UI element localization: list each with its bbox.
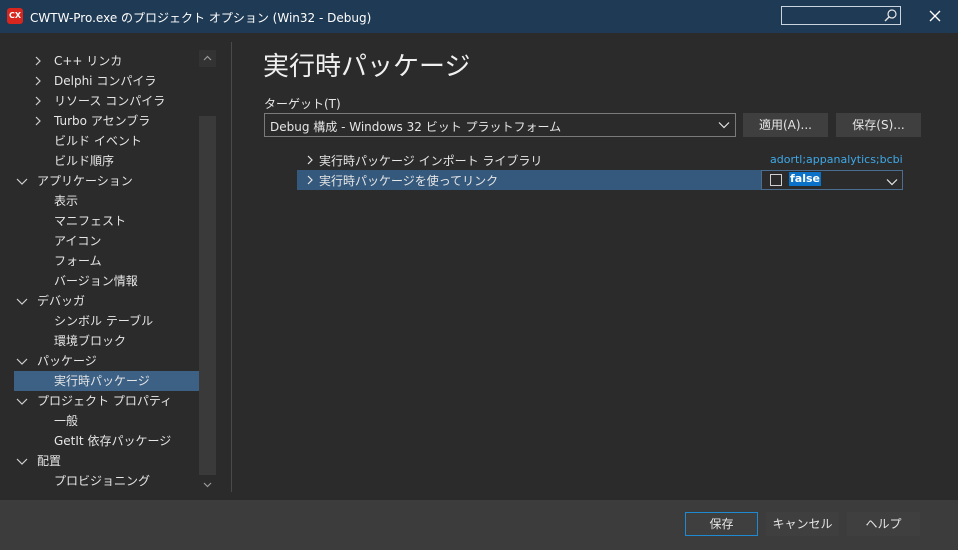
- target-select-value: Debug 構成 - Windows 32 ビット プラットフォーム: [270, 120, 562, 134]
- cancel-button[interactable]: キャンセル: [766, 512, 839, 536]
- chevron-up-icon: [203, 55, 212, 61]
- sidebar-item-label: パッケージ: [37, 354, 97, 368]
- chevron-down-icon[interactable]: [16, 175, 28, 187]
- sidebar-item[interactable]: Turbo アセンブラ: [14, 111, 199, 131]
- property-row-link-with-runtime-packages[interactable]: 実行時パッケージを使ってリンク false: [297, 170, 903, 190]
- chevron-right-icon[interactable]: [32, 55, 44, 67]
- help-button[interactable]: ヘルプ: [847, 512, 920, 536]
- sidebar-item[interactable]: アイコン: [14, 231, 199, 251]
- sidebar-item[interactable]: シンボル テーブル: [14, 311, 199, 331]
- sidebar-item-label: GetIt 依存パッケージ: [54, 434, 172, 448]
- sidebar-item[interactable]: 環境ブロック: [14, 331, 199, 351]
- save-button[interactable]: 保存: [685, 512, 758, 536]
- sidebar-item-label: ビルド イベント: [54, 134, 142, 148]
- sidebar-item[interactable]: GetIt 依存パッケージ: [14, 431, 199, 451]
- search-input[interactable]: [781, 6, 901, 25]
- page-title: 実行時パッケージ: [263, 52, 471, 82]
- sidebar-item-label: デバッガ: [37, 294, 86, 308]
- chevron-right-icon[interactable]: [304, 174, 316, 186]
- sidebar-item[interactable]: フォーム: [14, 251, 199, 271]
- sidebar-item[interactable]: リソース コンパイラ: [14, 91, 199, 111]
- sidebar-item[interactable]: バージョン情報: [14, 271, 199, 291]
- chevron-right-icon[interactable]: [32, 115, 44, 127]
- sidebar-item[interactable]: 配置: [14, 451, 199, 471]
- chevron-down-icon[interactable]: [16, 295, 28, 307]
- chevron-right-icon[interactable]: [32, 75, 44, 87]
- sidebar-item[interactable]: 表示: [14, 191, 199, 211]
- boolean-value: false: [789, 172, 821, 186]
- project-options-window: CX CWTW-Pro.exe のプロジェクト オプション (Win32 - D…: [0, 0, 958, 550]
- chevron-down-icon[interactable]: [886, 176, 898, 188]
- chevron-down-icon[interactable]: [16, 455, 28, 467]
- app-icon: CX: [7, 8, 23, 24]
- sidebar-item[interactable]: アプリケーション: [14, 171, 199, 191]
- link-checkbox[interactable]: [770, 174, 782, 186]
- property-name: 実行時パッケージを使ってリンク: [319, 174, 499, 188]
- sidebar-item[interactable]: 一般: [14, 411, 199, 431]
- sidebar-item[interactable]: プロジェクト プロパティ: [14, 391, 199, 411]
- sidebar-item[interactable]: 実行時パッケージ: [14, 371, 199, 391]
- property-value[interactable]: adortl;appanalytics;bcbie;: [770, 153, 903, 166]
- scroll-up-button[interactable]: [199, 50, 216, 67]
- sidebar-item-label: プロビジョニング: [54, 474, 151, 488]
- sidebar-item[interactable]: プロビジョニング: [14, 471, 199, 491]
- sidebar-item-label: 実行時パッケージ: [54, 374, 150, 388]
- sidebar-item[interactable]: C++ リンカ: [14, 51, 199, 71]
- scroll-down-button[interactable]: [199, 476, 216, 493]
- options-tree: C++ リンカ Delphi コンパイラ リソース コンパイラ Turbo アセンブラ…: [0, 41, 216, 493]
- chevron-right-icon[interactable]: [304, 154, 316, 166]
- save-target-button[interactable]: 保存(S)...: [836, 113, 921, 137]
- sidebar-item-label: マニフェスト: [54, 214, 127, 228]
- sidebar-item-label: C++ リンカ: [54, 54, 123, 68]
- title-bar: CX CWTW-Pro.exe のプロジェクト オプション (Win32 - D…: [0, 0, 958, 33]
- sidebar-item-label: 一般: [54, 414, 79, 428]
- window-title: CWTW-Pro.exe のプロジェクト オプション (Win32 - Debu…: [30, 11, 372, 25]
- sidebar-item[interactable]: デバッガ: [14, 291, 199, 311]
- target-label: ターゲット(T): [264, 97, 341, 111]
- boolean-dropdown[interactable]: false: [761, 170, 903, 190]
- close-icon: [929, 10, 941, 22]
- sidebar-item-label: プロジェクト プロパティ: [37, 394, 173, 408]
- scroll-thumb[interactable]: [199, 116, 216, 475]
- search-icon: [884, 9, 897, 22]
- chevron-down-icon: [203, 482, 212, 488]
- property-row-import-libraries[interactable]: 実行時パッケージ インポート ライブラリ adortl;appanalytics…: [297, 150, 903, 170]
- sidebar-item-label: アプリケーション: [37, 174, 133, 188]
- property-name: 実行時パッケージ インポート ライブラリ: [319, 154, 543, 168]
- chevron-right-icon[interactable]: [32, 95, 44, 107]
- sidebar-item-label: 配置: [37, 454, 62, 468]
- chevron-down-icon: [718, 122, 730, 129]
- panel-divider[interactable]: [231, 42, 232, 492]
- sidebar-item-label: Turbo アセンブラ: [54, 114, 151, 128]
- sidebar-item-label: アイコン: [54, 234, 102, 248]
- sidebar-item-label: 環境ブロック: [54, 334, 127, 348]
- close-button[interactable]: [921, 4, 949, 28]
- chevron-down-icon[interactable]: [16, 395, 28, 407]
- sidebar-item[interactable]: ビルド順序: [14, 151, 199, 171]
- apply-button[interactable]: 適用(A)...: [743, 113, 828, 137]
- sidebar-item-label: バージョン情報: [54, 274, 138, 288]
- chevron-down-icon[interactable]: [16, 355, 28, 367]
- sidebar-item-label: ビルド順序: [54, 154, 115, 168]
- sidebar-item-label: Delphi コンパイラ: [54, 74, 157, 88]
- sidebar-item[interactable]: ビルド イベント: [14, 131, 199, 151]
- sidebar-item-label: 表示: [54, 194, 79, 208]
- tree-scrollbar[interactable]: [199, 50, 216, 493]
- sidebar-item-label: シンボル テーブル: [54, 314, 154, 328]
- sidebar-item-label: リソース コンパイラ: [54, 94, 166, 108]
- sidebar-item[interactable]: Delphi コンパイラ: [14, 71, 199, 91]
- target-select[interactable]: Debug 構成 - Windows 32 ビット プラットフォーム: [264, 113, 736, 137]
- sidebar-item-label: フォーム: [54, 254, 102, 268]
- sidebar-item[interactable]: パッケージ: [14, 351, 199, 371]
- sidebar-item[interactable]: マニフェスト: [14, 211, 199, 231]
